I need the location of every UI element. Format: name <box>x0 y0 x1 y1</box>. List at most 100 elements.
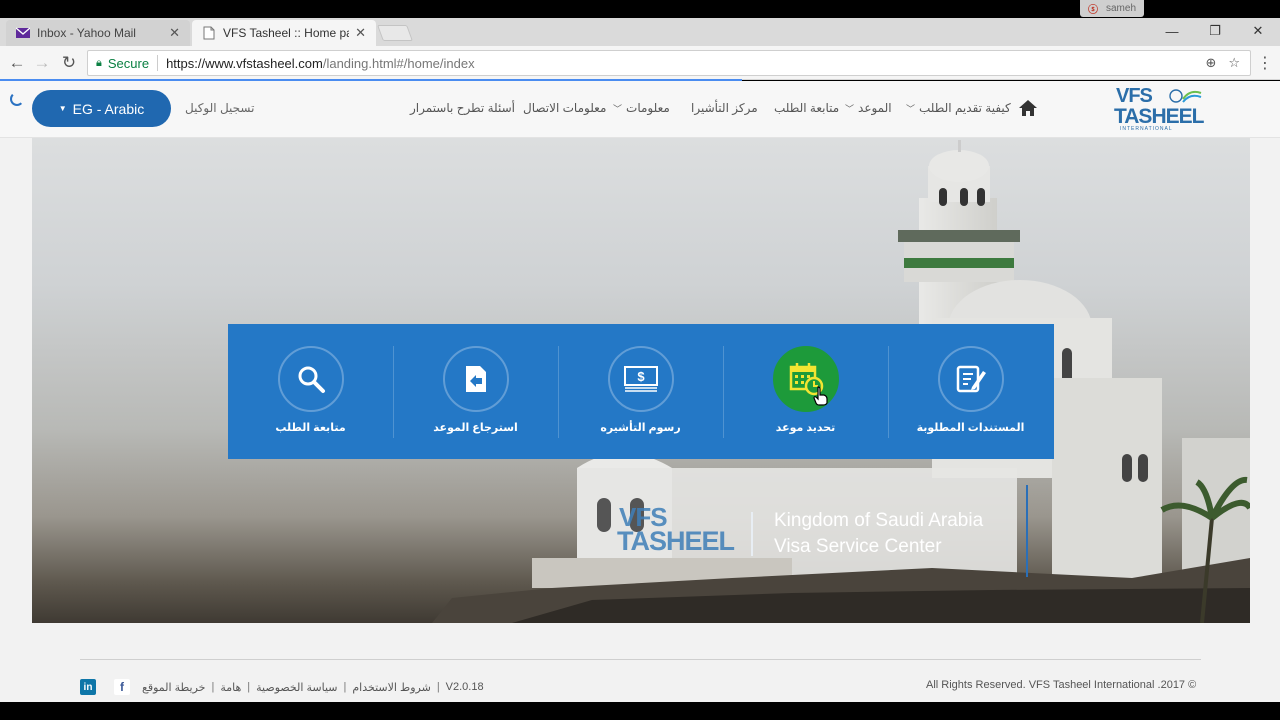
chevron-down-icon: ﹀ <box>613 103 623 114</box>
minimize-button[interactable]: — <box>1150 18 1194 44</box>
profile-icon: ⓢ <box>1088 5 1098 16</box>
home-icon[interactable] <box>1018 99 1038 117</box>
close-tab-icon[interactable]: ✕ <box>355 25 366 41</box>
footer-link-privacy[interactable]: سياسة الخصوصية <box>256 681 337 694</box>
site-header: ▼ EG - Arabic تسجيل الوكيل أسئلة تطرح با… <box>0 81 1280 138</box>
agent-registration-link[interactable]: تسجيل الوكيل <box>185 101 254 115</box>
service-label: استرجاع الموعد <box>433 422 518 434</box>
separator <box>157 55 159 71</box>
profile-chip[interactable]: ⓢ sameh <box>1080 0 1144 17</box>
service-book-appointment[interactable]: تحديد موعد <box>723 324 888 459</box>
hero-logo-tasheel: TASHEEL <box>617 526 735 556</box>
yahoo-mail-icon <box>16 26 30 40</box>
document-edit-icon <box>956 365 986 393</box>
nav-faq[interactable]: أسئلة تطرح باستمرار <box>410 101 515 115</box>
service-icon-circle <box>442 346 509 412</box>
nav-label: كيفية تقديم الطلب <box>919 101 1011 115</box>
service-label: المستندات المطلوبة <box>916 422 1025 434</box>
lock-icon: 🔒︎ <box>96 56 102 69</box>
back-arrow-icon[interactable]: ← <box>6 52 28 74</box>
nav-label: متابعة الطلب <box>774 101 840 115</box>
vfs-tasheel-logo[interactable]: VFS TASHEEL INTERNATIONAL <box>1112 85 1208 135</box>
svg-text:$: $ <box>637 369 645 384</box>
nav-information[interactable]: ﹀ معلومات <box>613 101 670 115</box>
address-toolbar: ← → ↻ 🔒︎ Secure https://www.vfstasheel.c… <box>0 46 1280 80</box>
separator: | <box>247 681 251 693</box>
linkedin-icon[interactable]: in <box>80 679 96 695</box>
nav-label: أسئلة تطرح باستمرار <box>410 101 515 115</box>
service-label: رسوم التأشيره <box>600 422 681 434</box>
security-label: Secure <box>107 55 150 71</box>
page-icon <box>202 26 216 40</box>
separator: | <box>436 681 440 693</box>
url-path: /landing.html#/home/index <box>322 55 475 71</box>
hand-cursor-icon <box>812 386 828 406</box>
facebook-icon[interactable]: f <box>114 679 130 695</box>
nav-visa-centers[interactable]: مركز التأشيرا <box>691 101 758 115</box>
nav-label: معلومات <box>626 101 670 115</box>
close-window-button[interactable]: ✕ <box>1236 18 1280 44</box>
language-selector-button[interactable]: ▼ EG - Arabic <box>32 90 171 127</box>
caret-down-icon: ▼ <box>58 104 67 113</box>
service-retrieve-appointment[interactable]: استرجاع الموعد <box>393 324 558 459</box>
footer-version: V2.0.18 <box>445 681 484 693</box>
profile-name: sameh <box>1106 3 1137 14</box>
service-required-documents[interactable]: المستندات المطلوبة <box>888 324 1053 459</box>
nav-label: مركز التأشيرا <box>691 101 758 115</box>
loading-spinner-icon <box>10 92 24 106</box>
service-icon-circle <box>277 346 344 412</box>
nav-appointment[interactable]: ﹀ الموعد <box>845 101 892 115</box>
tab-title: VFS Tasheel :: Home page <box>223 26 349 40</box>
nav-label: معلومات الاتصال <box>523 101 607 115</box>
service-visa-fee[interactable]: $ رسوم التأشيره <box>558 324 723 459</box>
hero-logo-separator <box>751 512 753 556</box>
tab-yahoo-mail[interactable]: Inbox - Yahoo Mail ✕ <box>6 20 190 46</box>
footer-link-sitemap[interactable]: خريطة الموقع <box>142 681 205 694</box>
footer-copyright: All Rights Reserved. VFS Tasheel Interna… <box>926 679 1197 691</box>
browser-menu-icon[interactable]: ⋮ <box>1257 52 1273 74</box>
nav-contact-info[interactable]: معلومات الاتصال <box>523 101 606 115</box>
footer-divider <box>80 659 1201 660</box>
screen-bottom-bar <box>0 702 1280 720</box>
close-tab-icon[interactable]: ✕ <box>169 25 180 41</box>
reload-icon[interactable]: ↻ <box>58 52 80 74</box>
bookmark-star-icon[interactable]: ☆ <box>1228 55 1240 71</box>
logo-emblem-icon <box>1169 89 1202 103</box>
service-icon-circle <box>937 346 1004 412</box>
tab-vfs-tasheel[interactable]: VFS Tasheel :: Home page ✕ <box>192 20 376 46</box>
services-panel: متابعة الطلب استرجاع الموعد $ رسوم التأش… <box>228 324 1054 459</box>
service-icon-circle: $ <box>607 346 674 412</box>
url-host: https://www.vfstasheel.com <box>166 55 323 71</box>
retrieve-appointment-icon <box>465 366 486 392</box>
restore-button[interactable]: ❐ <box>1193 18 1237 44</box>
nav-label: الموعد <box>858 101 892 115</box>
search-icon <box>298 366 325 393</box>
hero-banner: VFS TASHEEL Kingdom of Saudi Arabia Visa… <box>32 138 1250 623</box>
web-page: ▼ EG - Arabic تسجيل الوكيل أسئلة تطرح با… <box>0 81 1280 702</box>
footer-links: in f خريطة الموقع | هامة | سياسة الخصوصي… <box>80 678 484 696</box>
address-bar[interactable]: 🔒︎ Secure https://www.vfstasheel.com/lan… <box>87 50 1251 76</box>
footer-link-important[interactable]: هامة <box>220 681 241 694</box>
chevron-down-icon: ﹀ <box>845 103 855 114</box>
hero-title-line1: Kingdom of Saudi Arabia <box>774 510 984 531</box>
tab-title: Inbox - Yahoo Mail <box>37 26 136 40</box>
service-track-application[interactable]: متابعة الطلب <box>228 324 393 459</box>
browser-tab-strip: Inbox - Yahoo Mail ✕ VFS Tasheel :: Home… <box>0 18 1280 46</box>
language-label: EG - Arabic <box>72 100 145 117</box>
hero-title-line2: Visa Service Center <box>774 536 942 557</box>
zoom-icon[interactable]: ⊕ <box>1205 55 1216 71</box>
forward-arrow-icon[interactable]: → <box>31 52 53 74</box>
hero-logo: VFS TASHEEL Kingdom of Saudi Arabia Visa… <box>615 500 1055 570</box>
nav-track-application[interactable]: متابعة الطلب <box>774 101 839 115</box>
footer-link-terms[interactable]: شروط الاستخدام <box>352 681 430 694</box>
logo-text-international: INTERNATIONAL <box>1120 126 1173 132</box>
visa-fee-icon: $ <box>623 366 658 392</box>
service-label: متابعة الطلب <box>275 422 346 434</box>
new-tab-button[interactable] <box>377 25 413 41</box>
separator: | <box>343 681 347 693</box>
nav-how-to-apply[interactable]: ﹀ كيفية تقديم الطلب <box>906 101 1011 115</box>
service-label: تحديد موعد <box>775 422 836 434</box>
service-icon-circle <box>772 346 839 412</box>
chevron-down-icon: ﹀ <box>906 103 916 114</box>
separator: | <box>211 681 215 693</box>
